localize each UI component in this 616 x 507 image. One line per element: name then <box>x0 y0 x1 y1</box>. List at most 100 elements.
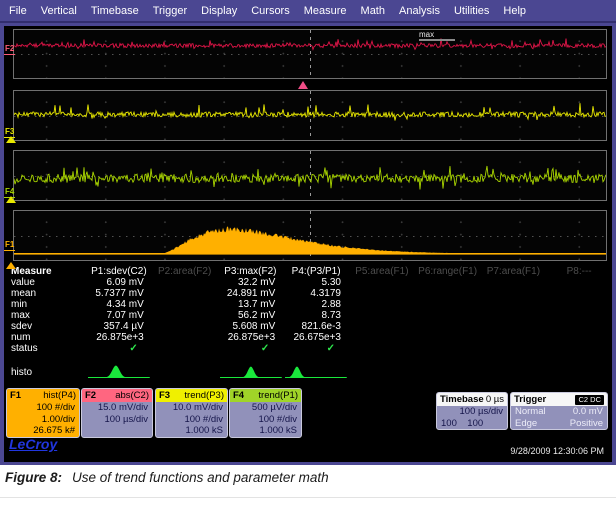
param-header-p3[interactable]: P3:max(F2) <box>218 266 284 277</box>
measure-value <box>349 321 415 332</box>
f1-function: hist(P4) <box>43 389 76 402</box>
max-parameter-annotation: max <box>419 30 455 41</box>
f1-line1: 100 #/div <box>7 402 79 414</box>
f4-line3: 1.000 kS <box>230 425 301 437</box>
f2-name: F2 <box>85 389 96 402</box>
max-annotation-label: max <box>419 30 434 39</box>
f4-level-marker-icon[interactable] <box>6 196 16 203</box>
trace-label-f1[interactable]: F1 <box>4 241 15 251</box>
measure-value <box>349 299 415 310</box>
histo-sparkline-p1 <box>86 364 152 381</box>
measure-value <box>415 321 481 332</box>
status-check-icon <box>349 343 415 354</box>
timebase-rate: 100 MS/s <box>467 418 503 430</box>
measure-value: 8.73 <box>283 310 349 321</box>
measure-row-label: mean <box>6 288 86 299</box>
figure-caption-text: Use of trend functions and parameter mat… <box>72 470 329 485</box>
measure-value: 5.608 mV <box>218 321 284 332</box>
measure-value <box>546 321 612 332</box>
menu-trigger[interactable]: Trigger <box>146 5 194 17</box>
f1-line3: 26.675 k# <box>7 425 79 437</box>
descriptor-box-f3[interactable]: F3trend(P3) 10.0 mV/div 100 #/div 1.000 … <box>155 388 228 438</box>
panel-f4-trace <box>14 151 606 198</box>
menu-cursors[interactable]: Cursors <box>244 5 297 17</box>
waveform-panel-f3[interactable] <box>13 90 607 141</box>
trigger-mode: Normal <box>515 406 546 418</box>
param-header-p5[interactable]: P5:area(F1) <box>349 266 415 277</box>
measure-value <box>546 277 612 288</box>
status-check-icon: ✓ <box>218 343 284 354</box>
status-check-icon: ✓ <box>283 343 349 354</box>
menu-math[interactable]: Math <box>354 5 392 17</box>
timebase-box[interactable]: Timebase0 µs 100 µs/div 100 kS100 MS/s <box>436 392 508 430</box>
scope-display: max F2 F3 F4 F1 MeasureP1:sdev(C2)P2:are… <box>4 26 612 462</box>
f3-line1: 10.0 mV/div <box>156 402 227 414</box>
page-rule <box>0 497 616 498</box>
f3-level-marker-icon[interactable] <box>6 136 16 143</box>
status-check-icon <box>546 343 612 354</box>
histo-sparkline <box>152 364 218 381</box>
measure-value: 4.34 mV <box>86 299 152 310</box>
waveform-panel-f1[interactable] <box>13 210 607 261</box>
menu-measure[interactable]: Measure <box>297 5 354 17</box>
param-header-p7[interactable]: P7:area(F1) <box>481 266 547 277</box>
measure-value <box>415 310 481 321</box>
measure-value <box>546 288 612 299</box>
measure-value <box>481 321 547 332</box>
max-annotation-bar-icon <box>419 39 455 41</box>
measure-value <box>546 299 612 310</box>
trace-label-f2[interactable]: F2 <box>4 45 15 55</box>
f3-line3: 1.000 kS <box>156 425 227 437</box>
waveform-panel-f4[interactable] <box>13 150 607 201</box>
measure-value <box>415 288 481 299</box>
param-header-p4[interactable]: P4:(P3/P1) <box>283 266 349 277</box>
histo-sparkline-p3 <box>218 364 284 381</box>
f1-line2: 1.00/div <box>7 414 79 426</box>
menu-timebase[interactable]: Timebase <box>84 5 146 17</box>
timebase-samples: 100 kS <box>441 418 467 430</box>
measure-value: 13.7 mV <box>218 299 284 310</box>
menu-display[interactable]: Display <box>194 5 244 17</box>
f3-function: trend(P3) <box>184 389 224 402</box>
menu-file[interactable]: File <box>2 5 34 17</box>
timebase-offset: 0 µs <box>486 393 504 406</box>
f4-line2: 100 #/div <box>230 414 301 426</box>
waveform-panel-f2[interactable]: max <box>13 29 607 79</box>
menu-analysis[interactable]: Analysis <box>392 5 447 17</box>
descriptor-box-f4[interactable]: F4trend(P1) 500 µV/div 100 #/div 1.000 k… <box>229 388 302 438</box>
lecroy-logo: LeCroy <box>9 436 57 452</box>
measure-value: 357.4 µV <box>86 321 152 332</box>
measure-value <box>546 332 612 343</box>
histo-sparkline <box>349 364 415 381</box>
f4-function: trend(P1) <box>258 389 298 402</box>
timebase-per-div: 100 µs/div <box>460 406 504 418</box>
trigger-label: Trigger <box>514 393 546 406</box>
trigger-box[interactable]: TriggerC2 DC Normal0.0 mV EdgePositive <box>510 392 608 430</box>
descriptor-box-f2[interactable]: F2abs(C2) 15.0 mV/div 100 µs/div <box>81 388 153 438</box>
measure-value <box>349 332 415 343</box>
menu-help[interactable]: Help <box>496 5 533 17</box>
trigger-slope: Positive <box>570 418 603 430</box>
menu-vertical[interactable]: Vertical <box>34 5 84 17</box>
measure-value <box>481 310 547 321</box>
param-header-p2[interactable]: P2:area(F2) <box>152 266 218 277</box>
trigger-time-marker-icon[interactable] <box>298 81 308 89</box>
measure-row-label: max <box>6 310 86 321</box>
measure-value <box>481 288 547 299</box>
status-check-icon <box>415 343 481 354</box>
param-header-p6[interactable]: P6:range(F1) <box>415 266 481 277</box>
measure-value: 56.2 mV <box>218 310 284 321</box>
menu-utilities[interactable]: Utilities <box>447 5 496 17</box>
measure-value: 26.875e+3 <box>218 332 284 343</box>
f2-line2: 100 µs/div <box>82 414 152 426</box>
measure-row-label: min <box>6 299 86 310</box>
param-header-p1[interactable]: P1:sdev(C2) <box>86 266 152 277</box>
param-header-p8[interactable]: P8:--- <box>546 266 612 277</box>
measure-value: 821.6e-3 <box>283 321 349 332</box>
measure-value <box>481 332 547 343</box>
measure-row-label: value <box>6 277 86 288</box>
descriptor-box-f1[interactable]: F1hist(P4) 100 #/div 1.00/div 26.675 k# <box>6 388 80 438</box>
f1-level-marker-icon[interactable] <box>6 262 16 269</box>
trigger-source-badge: C2 DC <box>575 395 604 405</box>
f4-name: F4 <box>233 389 244 402</box>
